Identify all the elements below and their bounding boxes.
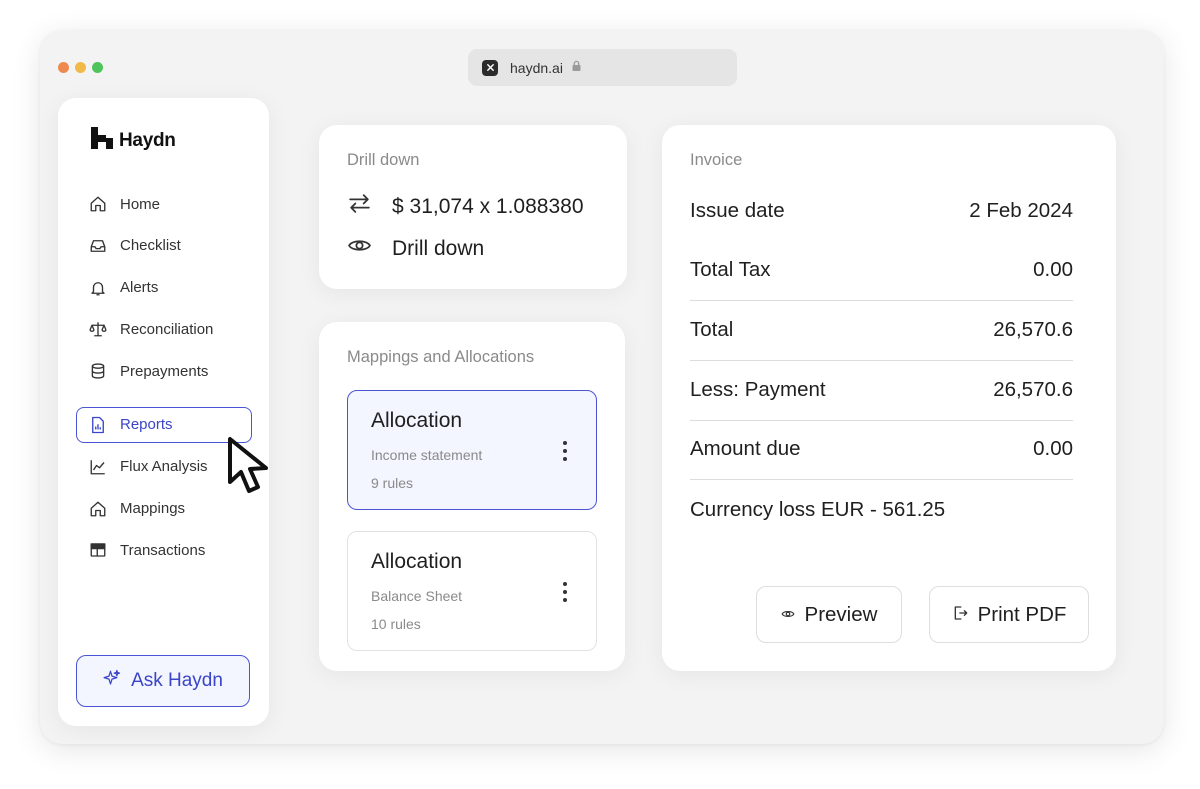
sparkle-icon bbox=[103, 669, 121, 693]
sidebar-item-checklist[interactable]: Checklist bbox=[76, 228, 252, 264]
invoice-row-value: 0.00 bbox=[1033, 437, 1073, 461]
allocation-card-income[interactable]: Allocation Income statement 9 rules bbox=[347, 390, 597, 510]
browser-window: haydn.ai Haydn Home Checklist Alerts Rec… bbox=[40, 30, 1164, 744]
sidebar-item-reconciliation[interactable]: Reconciliation bbox=[76, 311, 252, 347]
eye-icon bbox=[781, 603, 795, 627]
lock-icon bbox=[571, 59, 582, 77]
table-icon bbox=[88, 540, 108, 560]
mappings-title: Mappings and Allocations bbox=[347, 348, 535, 366]
sidebar-item-label: Transactions bbox=[120, 541, 206, 559]
drill-down-action-label: Drill down bbox=[392, 236, 485, 260]
more-options-icon[interactable] bbox=[562, 582, 568, 602]
invoice-row-issue-date: Issue date 2 Feb 2024 bbox=[690, 181, 1073, 241]
sidebar-item-label: Checklist bbox=[120, 237, 181, 255]
preview-button[interactable]: Preview bbox=[756, 586, 902, 643]
ask-haydn-label: Ask Haydn bbox=[131, 670, 223, 691]
scale-icon bbox=[88, 319, 108, 339]
sidebar-item-alerts[interactable]: Alerts bbox=[76, 270, 252, 306]
sidebar-item-transactions[interactable]: Transactions bbox=[76, 532, 252, 568]
report-icon bbox=[88, 415, 108, 435]
allocation-rules: 9 rules bbox=[371, 475, 414, 491]
haydn-logo-icon bbox=[90, 126, 114, 155]
invoice-row-total-tax: Total Tax 0.00 bbox=[690, 241, 1073, 301]
invoice-row-label: Issue date bbox=[690, 198, 785, 222]
inbox-icon bbox=[88, 236, 108, 256]
sidebar-item-label: Flux Analysis bbox=[120, 458, 208, 476]
allocation-title: Allocation bbox=[371, 550, 463, 573]
drill-down-card: Drill down $ 31,074 x 1.088380 Drill dow… bbox=[319, 125, 627, 289]
sidebar-item-label: Home bbox=[120, 195, 161, 213]
site-favicon-icon bbox=[482, 59, 498, 76]
more-options-icon[interactable] bbox=[562, 441, 568, 461]
sidebar-item-label: Mappings bbox=[120, 500, 186, 518]
invoice-row-amount-due: Amount due 0.00 bbox=[690, 420, 1073, 480]
home-icon bbox=[88, 499, 108, 519]
invoice-row-label: Less: Payment bbox=[690, 378, 826, 402]
sidebar-item-label: Prepayments bbox=[120, 362, 209, 380]
allocation-subtitle: Income statement bbox=[371, 447, 483, 463]
sidebar-item-label: Reconciliation bbox=[120, 320, 214, 338]
allocation-rules: 10 rules bbox=[371, 616, 421, 632]
swap-arrows-icon bbox=[347, 191, 372, 222]
invoice-row-value: 26,570.6 bbox=[993, 318, 1073, 342]
conversion-row: $ 31,074 x 1.088380 bbox=[347, 191, 584, 222]
logo[interactable]: Haydn bbox=[90, 126, 176, 155]
mappings-card: Mappings and Allocations Allocation Inco… bbox=[319, 322, 625, 671]
sidebar-item-label: Reports bbox=[120, 416, 173, 434]
print-pdf-button[interactable]: Print PDF bbox=[929, 586, 1089, 643]
database-icon bbox=[88, 361, 108, 381]
close-window-dot[interactable] bbox=[58, 62, 69, 73]
invoice-row-less-payment: Less: Payment 26,570.6 bbox=[690, 361, 1073, 421]
home-icon bbox=[88, 194, 108, 214]
print-pdf-label: Print PDF bbox=[977, 602, 1067, 626]
allocation-subtitle: Balance Sheet bbox=[371, 588, 463, 604]
drill-down-action[interactable]: Drill down bbox=[347, 233, 484, 264]
address-bar[interactable]: haydn.ai bbox=[468, 49, 737, 86]
sidebar: Haydn Home Checklist Alerts Reconciliati… bbox=[58, 98, 269, 726]
currency-loss-text: Currency loss EUR - 561.25 bbox=[690, 497, 946, 521]
mouse-cursor-icon bbox=[226, 435, 276, 502]
invoice-row-value: 0.00 bbox=[1033, 258, 1073, 282]
allocation-title: Allocation bbox=[371, 409, 463, 432]
conversion-text: $ 31,074 x 1.088380 bbox=[392, 194, 584, 218]
sidebar-item-label: Alerts bbox=[120, 279, 159, 297]
chart-icon bbox=[88, 457, 108, 477]
export-file-icon bbox=[952, 603, 968, 627]
sidebar-item-prepayments[interactable]: Prepayments bbox=[76, 353, 252, 389]
window-controls bbox=[58, 62, 103, 73]
eye-icon bbox=[347, 233, 372, 264]
invoice-card: Invoice Issue date 2 Feb 2024 Total Tax … bbox=[662, 125, 1116, 671]
invoice-row-value: 2 Feb 2024 bbox=[969, 198, 1073, 222]
preview-label: Preview bbox=[804, 602, 878, 626]
url-text: haydn.ai bbox=[510, 59, 563, 76]
invoice-title: Invoice bbox=[690, 151, 743, 169]
invoice-row-label: Total bbox=[690, 318, 734, 342]
logo-text: Haydn bbox=[119, 129, 176, 151]
minimize-window-dot[interactable] bbox=[75, 62, 86, 73]
drill-down-title: Drill down bbox=[347, 151, 420, 169]
currency-loss-note: Currency loss EUR - 561.25 bbox=[690, 480, 1073, 540]
allocation-card-balance[interactable]: Allocation Balance Sheet 10 rules bbox=[347, 531, 597, 651]
bell-icon bbox=[88, 278, 108, 298]
ask-haydn-button[interactable]: Ask Haydn bbox=[76, 655, 250, 707]
invoice-row-label: Total Tax bbox=[690, 258, 771, 282]
invoice-row-value: 26,570.6 bbox=[993, 378, 1073, 402]
invoice-row-total: Total 26,570.6 bbox=[690, 301, 1073, 361]
invoice-row-label: Amount due bbox=[690, 437, 801, 461]
sidebar-item-home[interactable]: Home bbox=[76, 186, 252, 222]
maximize-window-dot[interactable] bbox=[92, 62, 103, 73]
sidebar-nav: Home Checklist Alerts Reconciliation Pre… bbox=[76, 186, 252, 574]
